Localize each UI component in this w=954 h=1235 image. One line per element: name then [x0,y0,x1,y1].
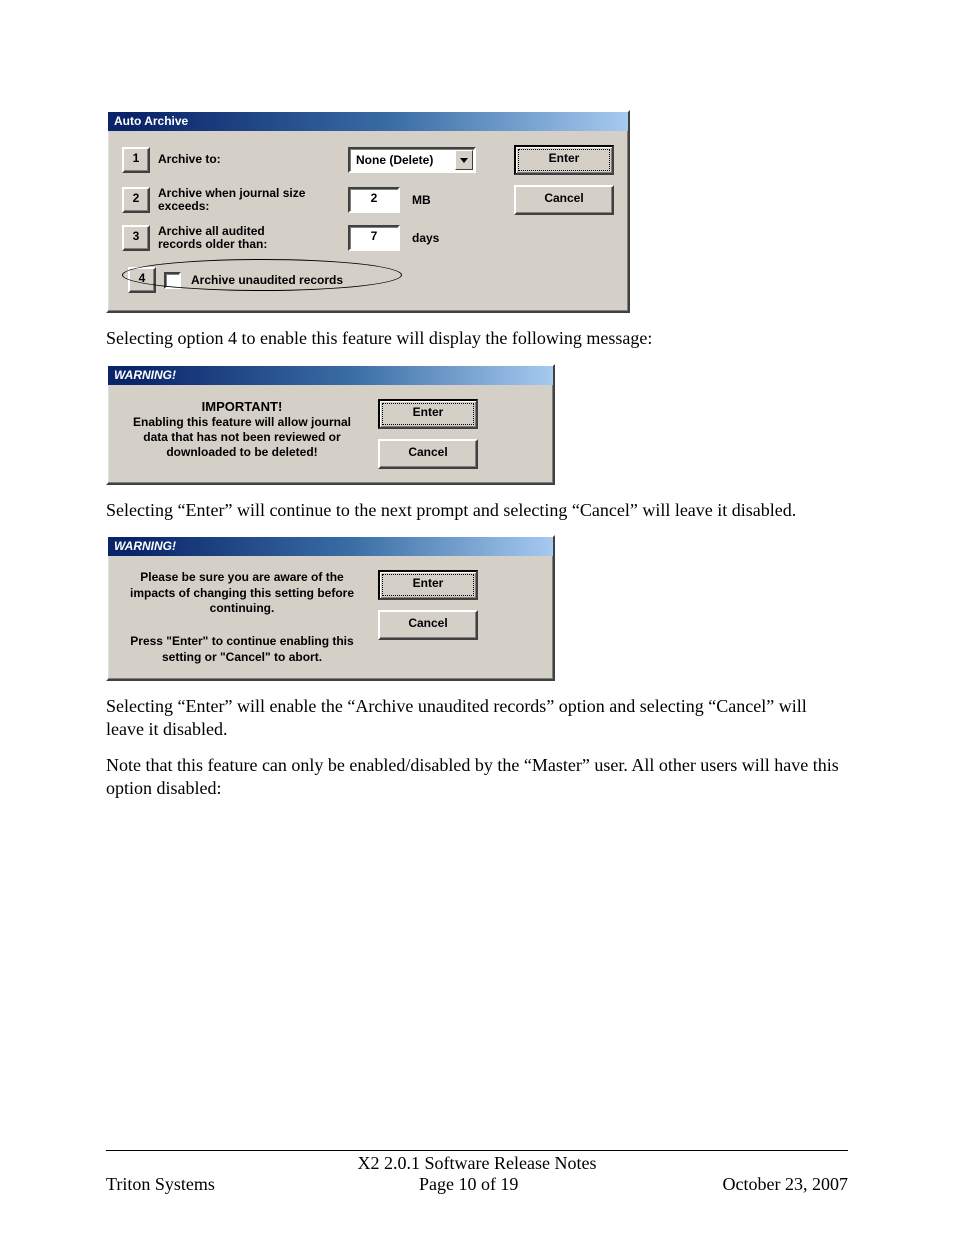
archive-row-1: 1 Archive to: [122,147,342,173]
option-1-button[interactable]: 1 [122,147,150,173]
paragraph-4: Note that this feature can only be enabl… [106,754,848,799]
auto-archive-titlebar: Auto Archive [108,112,628,131]
auto-archive-body: 1 Archive to: None (Delete) Enter 2 Arch… [108,131,628,311]
footer-rule [106,1150,848,1151]
archive-unaudited-label: Archive unaudited records [191,274,343,287]
enter-button[interactable]: Enter [514,145,614,175]
archive-size-input[interactable]: 2 [348,187,400,213]
option-4-button[interactable]: 4 [128,267,156,293]
warning-1-heading: IMPORTANT! [122,399,362,415]
archive-size-label: Archive when journal size exceeds: [158,187,308,213]
warning-1-titlebar: WARNING! [108,366,553,385]
warning-1-cancel-button[interactable]: Cancel [378,439,478,469]
archive-row-2: 2 Archive when journal size exceeds: [122,187,342,213]
archive-age-label: Archive all audited records older than: [158,225,308,251]
warning-dialog-1: WARNING! IMPORTANT! Enabling this featur… [106,364,555,485]
warning-2-titlebar: WARNING! [108,537,553,556]
archive-to-value: None (Delete) [356,153,455,167]
page-footer: X2 2.0.1 Software Release Notes Triton S… [106,1150,848,1195]
archive-row-4: 4 Archive unaudited records [122,263,614,297]
document-page: Auto Archive 1 Archive to: None (Delete)… [0,0,954,1235]
paragraph-2: Selecting “Enter” will continue to the n… [106,499,848,522]
warning-2-text-2: Press "Enter" to continue enabling this … [122,634,362,665]
archive-to-dropdown[interactable]: None (Delete) [348,147,476,173]
warning-2-enter-button[interactable]: Enter [378,570,478,600]
chevron-down-icon [455,150,473,170]
warning-2-cancel-button[interactable]: Cancel [378,610,478,640]
option-2-button[interactable]: 2 [122,187,150,213]
warning-2-text-1: Please be sure you are aware of the impa… [122,570,362,616]
cancel-button[interactable]: Cancel [514,185,614,215]
footer-title: X2 2.0.1 Software Release Notes [106,1153,848,1174]
archive-to-label: Archive to: [158,153,221,166]
option-3-button[interactable]: 3 [122,225,150,251]
footer-center: Page 10 of 19 [419,1174,518,1195]
warning-1-body: Enabling this feature will allow journal… [122,415,362,460]
warning-dialog-2: WARNING! Please be sure you are aware of… [106,535,555,681]
footer-right: October 23, 2007 [723,1174,848,1195]
archive-age-input[interactable]: 7 [348,225,400,251]
warning-1-enter-button[interactable]: Enter [378,399,478,429]
archive-size-unit: MB [412,193,446,207]
archive-age-unit: days [412,231,446,245]
paragraph-3: Selecting “Enter” will enable the “Archi… [106,695,848,740]
warning-1-text: IMPORTANT! Enabling this feature will al… [122,399,362,460]
archive-unaudited-checkbox[interactable] [164,272,181,289]
paragraph-1: Selecting option 4 to enable this featur… [106,327,848,350]
archive-row-3: 3 Archive all audited records older than… [122,225,342,251]
auto-archive-dialog: Auto Archive 1 Archive to: None (Delete)… [106,110,630,313]
footer-left: Triton Systems [106,1174,215,1195]
